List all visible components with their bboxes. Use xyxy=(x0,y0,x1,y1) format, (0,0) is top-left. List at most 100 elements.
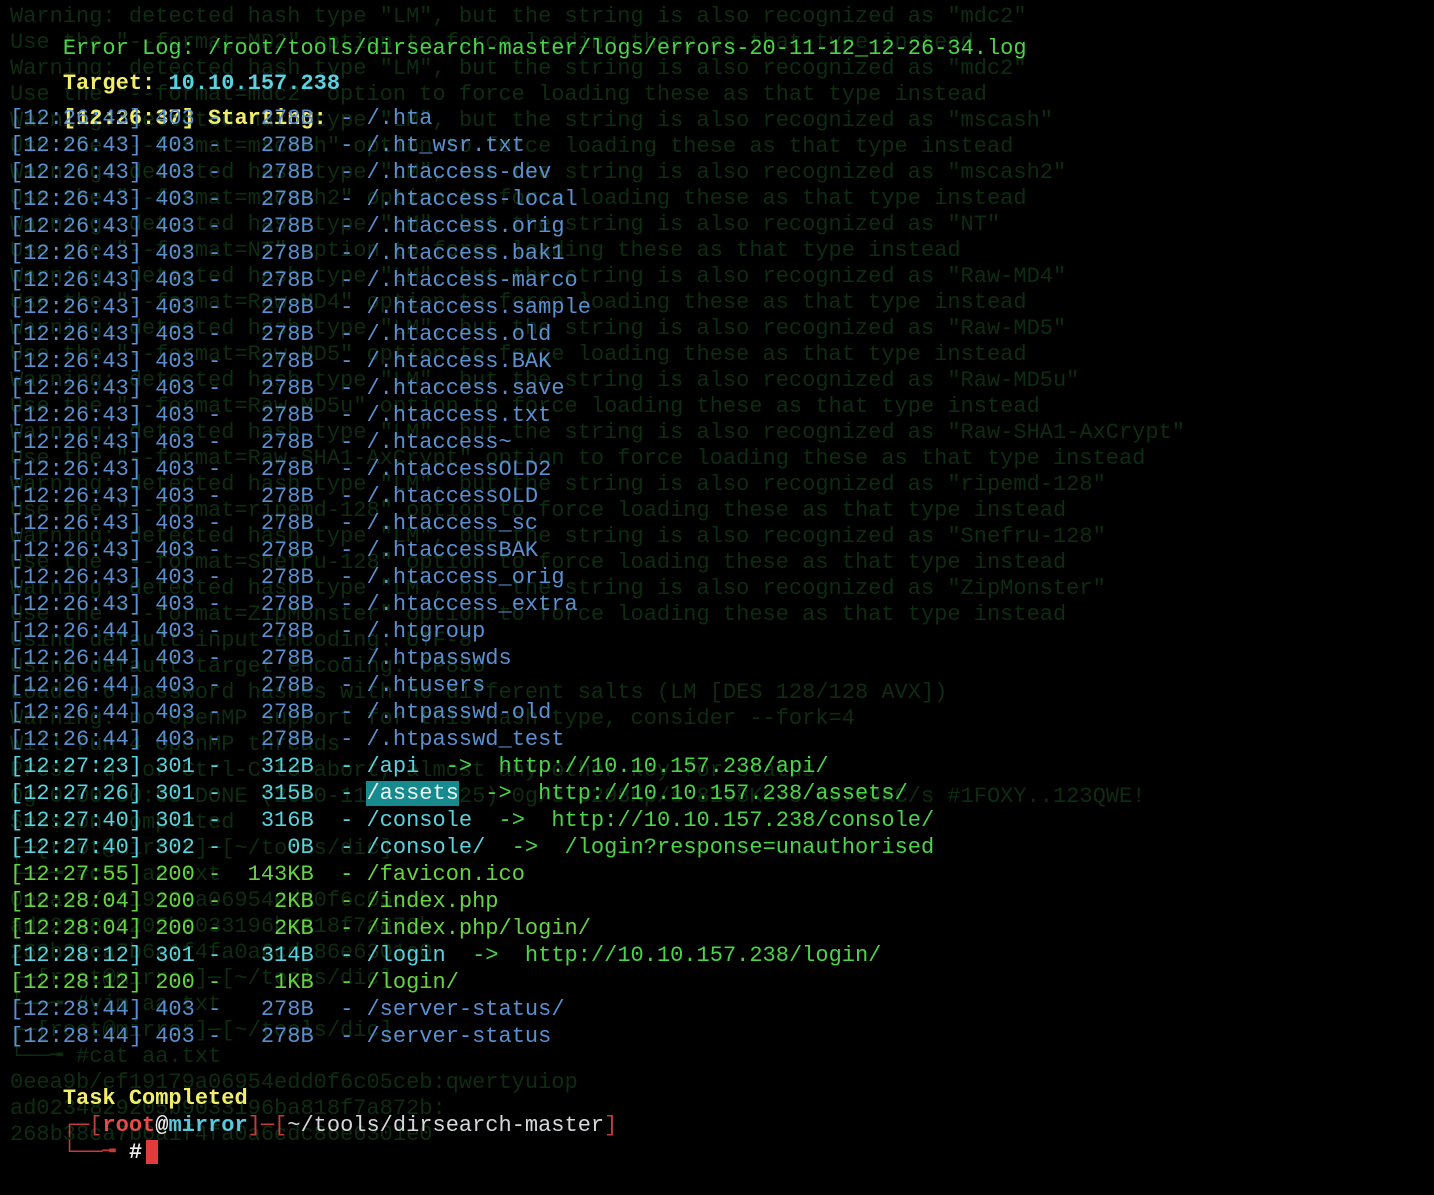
result-time: [12:26:43] xyxy=(10,268,143,293)
result-code: 403 xyxy=(155,295,195,320)
result-path: /login xyxy=(366,943,446,968)
result-time: [12:28:44] xyxy=(10,1024,143,1049)
result-path: /.htaccess.save xyxy=(366,376,565,401)
result-path: /.htaccess-local xyxy=(366,187,578,212)
result-code: 301 xyxy=(155,781,195,806)
result-code: 301 xyxy=(155,754,195,779)
result-row: [12:26:43] 403 - 278B - /.htaccess.bak1 xyxy=(10,241,565,266)
result-time: [12:26:43] xyxy=(10,160,143,185)
result-size: 278B xyxy=(234,727,314,752)
terminal-output[interactable]: Error Log: /root/tools/dirsearch-master/… xyxy=(10,8,1430,1165)
result-path: /server-status/ xyxy=(366,997,565,1022)
result-time: [12:26:43] xyxy=(10,457,143,482)
result-code: 403 xyxy=(155,322,195,347)
result-code: 403 xyxy=(155,376,195,401)
result-code: 403 xyxy=(155,403,195,428)
result-redirect: http://10.10.157.238/assets/ xyxy=(538,781,908,806)
result-size: 278B xyxy=(234,997,314,1022)
result-row: [12:26:43] 403 - 278B - /.ht_wsr.txt xyxy=(10,133,525,158)
result-row: [12:26:43] 403 - 278B - /.htaccessOLD xyxy=(10,484,539,509)
result-row: [12:28:44] 403 - 278B - /server-status xyxy=(10,1024,552,1049)
ghost-line xyxy=(10,1148,1434,1174)
result-row: [12:26:43] 403 - 278B - /.htaccess.orig xyxy=(10,214,565,239)
result-row: [12:26:43] 403 - 278B - /.htaccess-dev xyxy=(10,160,552,185)
result-size: 316B xyxy=(234,808,314,833)
result-row: [12:26:43] 403 - 278B - /.htaccess-local xyxy=(10,187,578,212)
result-time: [12:26:44] xyxy=(10,700,143,725)
results-list: [12:26:43] 403 - 278B - /.hta [12:26:43] … xyxy=(10,105,1430,1050)
result-time: [12:26:43] xyxy=(10,430,143,455)
result-path: /.htaccess.sample xyxy=(366,295,591,320)
result-code: 403 xyxy=(155,673,195,698)
result-path: /.htaccess-marco xyxy=(366,268,578,293)
result-row: [12:26:44] 403 - 278B - /.htpasswd_test xyxy=(10,727,565,752)
result-code: 403 xyxy=(155,1024,195,1049)
result-code: 200 xyxy=(155,916,195,941)
result-size: 278B xyxy=(234,538,314,563)
result-time: [12:28:04] xyxy=(10,916,143,941)
result-size: 143KB xyxy=(234,862,314,887)
result-row: [12:26:44] 403 - 278B - /.htpasswds xyxy=(10,646,512,671)
result-time: [12:26:44] xyxy=(10,727,143,752)
result-size: 278B xyxy=(234,619,314,644)
result-path: /.htaccess.old xyxy=(366,322,552,347)
result-code: 403 xyxy=(155,997,195,1022)
result-size: 278B xyxy=(234,187,314,212)
prompt-at: @ xyxy=(155,1113,169,1138)
result-code: 403 xyxy=(155,457,195,482)
result-size: 278B xyxy=(234,349,314,374)
result-redirect: http://10.10.157.238/console/ xyxy=(551,808,935,833)
result-size: 278B xyxy=(234,592,314,617)
task-completed-line: Task Completed xyxy=(10,1058,1430,1111)
result-time: [12:26:43] xyxy=(10,133,143,158)
result-time: [12:28:12] xyxy=(10,943,143,968)
result-code: 200 xyxy=(155,970,195,995)
result-time: [12:28:04] xyxy=(10,889,143,914)
result-size: 278B xyxy=(234,268,314,293)
result-path: /.htaccess.orig xyxy=(366,214,565,239)
result-code: 403 xyxy=(155,160,195,185)
result-path: /index.php xyxy=(366,889,499,914)
result-row: [12:28:12] 200 - 1KB - /login/ xyxy=(10,970,459,995)
result-path: /favicon.ico xyxy=(366,862,525,887)
result-time: [12:26:43] xyxy=(10,484,143,509)
result-size: 2KB xyxy=(234,889,314,914)
result-size: 1KB xyxy=(234,970,314,995)
result-path: /.htaccessOLD xyxy=(366,484,539,509)
result-size: 315B xyxy=(234,781,314,806)
result-time: [12:26:43] xyxy=(10,106,143,131)
text-cursor[interactable] xyxy=(146,1140,159,1165)
result-code: 403 xyxy=(155,565,195,590)
result-time: [12:26:43] xyxy=(10,241,143,266)
result-row: [12:26:43] 403 - 278B - /.htaccess_extra xyxy=(10,592,578,617)
result-path: /api xyxy=(366,754,420,779)
result-row: [12:26:44] 403 - 278B - /.htusers xyxy=(10,673,486,698)
result-size: 278B xyxy=(234,133,314,158)
result-path: /assets xyxy=(366,781,459,806)
result-code: 403 xyxy=(155,268,195,293)
result-time: [12:26:43] xyxy=(10,565,143,590)
result-row: [12:28:04] 200 - 2KB - /index.php xyxy=(10,889,499,914)
result-redirect: http://10.10.157.238/login/ xyxy=(524,943,882,968)
result-row: [12:26:43] 403 - 278B - /.htaccessOLD2 xyxy=(10,457,552,482)
result-time: [12:26:43] xyxy=(10,214,143,239)
result-redirect: /login?response=unauthorised xyxy=(564,835,935,860)
result-time: [12:26:43] xyxy=(10,187,143,212)
result-path: /.htusers xyxy=(366,673,486,698)
result-size: 278B xyxy=(234,511,314,536)
result-code: 403 xyxy=(155,214,195,239)
result-path: /.htaccess_sc xyxy=(366,511,539,536)
result-size: 278B xyxy=(234,700,314,725)
result-path: /server-status xyxy=(366,1024,552,1049)
result-size: 278B xyxy=(234,403,314,428)
result-path: /login/ xyxy=(366,970,459,995)
result-time: [12:26:43] xyxy=(10,295,143,320)
result-time: [12:27:40] xyxy=(10,835,143,860)
result-time: [12:26:43] xyxy=(10,511,143,536)
error-log-path: /root/tools/dirsearch-master/logs/errors… xyxy=(208,36,1027,61)
result-time: [12:27:23] xyxy=(10,754,143,779)
result-row: [12:27:40] 302 - 0B - /console/ -> /logi… xyxy=(10,835,935,860)
result-path: /.htaccessOLD2 xyxy=(366,457,552,482)
result-path: /.htaccess-dev xyxy=(366,160,552,185)
result-time: [12:28:12] xyxy=(10,970,143,995)
